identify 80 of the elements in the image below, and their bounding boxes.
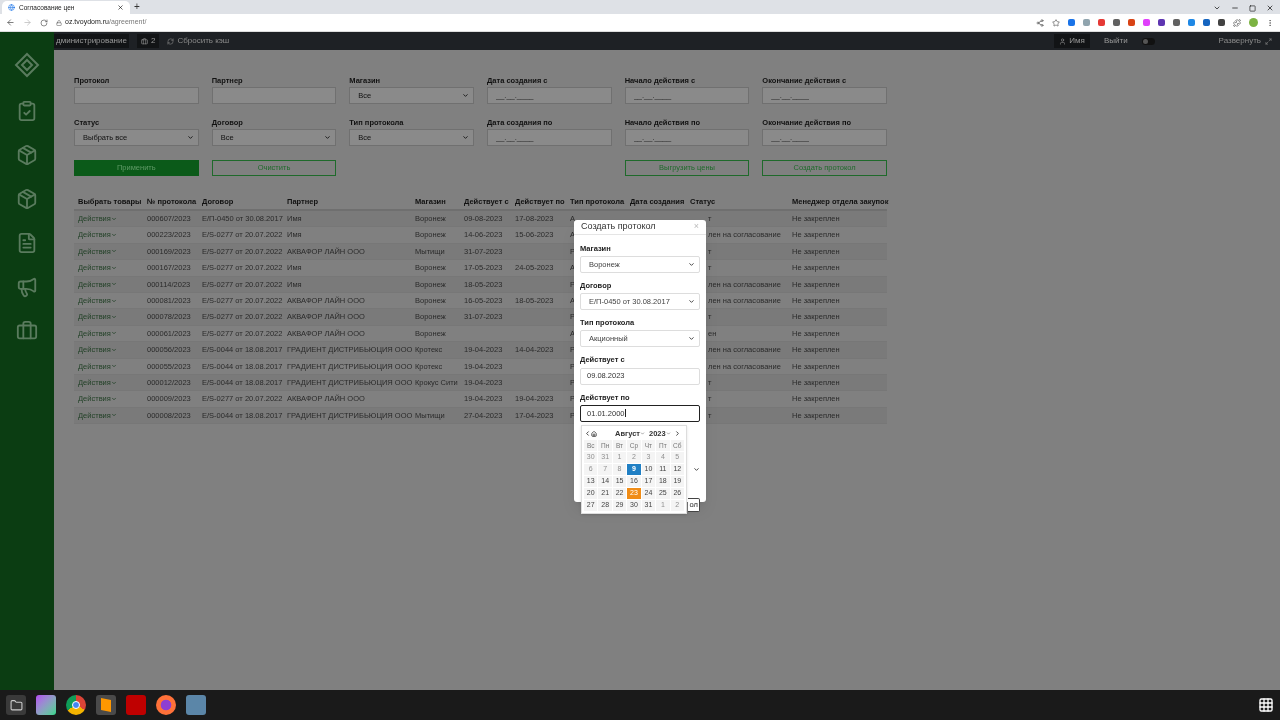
site-icon [8,4,15,11]
caret-icon [110,264,117,271]
extension-icon[interactable] [1068,19,1075,26]
chevron-icon [688,260,695,268]
extension-icon[interactable] [1098,19,1105,26]
chevron-icon [462,92,469,99]
box-icon[interactable] [16,144,38,166]
menu-icon[interactable] [1266,18,1274,27]
text-field[interactable] [211,87,337,104]
caret-icon [110,330,117,337]
share-icon[interactable] [1036,18,1044,27]
text-field[interactable] [74,87,199,104]
file-manager-icon[interactable] [6,695,26,715]
new-tab-button[interactable]: + [134,2,140,12]
caret-icon [110,297,117,304]
notification-button[interactable]: 2 [136,34,160,48]
expand-button[interactable]: Развернуть [1218,35,1272,47]
next-icon[interactable] [674,430,681,437]
caret-icon [110,412,117,419]
app-icon[interactable] [36,695,56,715]
caret-icon [110,281,117,288]
text-cursor [624,409,626,418]
user-icon [1059,37,1067,45]
app-icon[interactable] [186,695,206,715]
logo-icon [14,52,40,78]
extension-icon[interactable] [1113,19,1120,26]
user-button[interactable]: Имя [1054,34,1090,48]
logout-link[interactable]: Выйти [1103,35,1128,47]
briefcase-icon[interactable] [16,320,38,342]
browser-icon[interactable] [66,695,86,715]
chevron-icon [324,134,332,141]
editor-icon[interactable] [96,695,116,715]
extensions-icon[interactable] [1233,18,1241,27]
caret-icon [665,431,671,436]
close-icon[interactable] [1266,4,1274,12]
caret-icon [110,215,117,222]
minimize-icon[interactable] [1231,4,1239,12]
ftp-client-icon[interactable] [126,695,146,715]
caret-icon [110,346,117,353]
dialog-title: Создать протокол [581,220,656,233]
chevron-icon [688,298,695,305]
extension-icon[interactable] [1218,19,1225,26]
firefox-icon[interactable] [156,695,176,715]
maximize-icon[interactable] [1249,4,1256,12]
chevron-icon [462,134,469,141]
briefcase-icon [140,37,148,45]
caret-icon [110,232,117,239]
app-grid-icon[interactable] [1258,697,1274,713]
chevron-icon [693,465,700,473]
chevron-icon [688,335,695,343]
home-icon[interactable] [591,430,597,437]
extension-icon[interactable] [1203,19,1210,26]
caret-icon [110,363,117,370]
close-icon[interactable] [117,4,124,11]
document-icon[interactable] [16,232,38,254]
chevron-icon [186,134,194,141]
reset-cache-button[interactable]: Сбросить кэш [167,35,230,47]
expand-icon [1265,37,1272,45]
reload-icon[interactable] [40,18,48,27]
caret-icon [110,396,117,402]
extension-icon[interactable] [1158,19,1165,26]
caret-icon [110,379,117,386]
extension-icon[interactable] [1188,19,1195,26]
extension-icon[interactable] [1128,19,1135,26]
extension-icon[interactable] [1173,19,1180,26]
caret-icon [110,314,117,321]
bookmark-icon[interactable] [1052,18,1060,27]
previous-icon[interactable] [584,430,591,437]
profile-avatar[interactable] [1249,18,1258,27]
admin-menu[interactable]: дминистрирование [54,34,129,48]
refresh-icon [167,37,175,45]
back-icon[interactable] [6,18,15,27]
caret-icon [110,248,117,255]
toggle-switch[interactable] [1141,37,1155,45]
box-icon[interactable] [16,188,38,210]
megaphone-icon[interactable] [16,276,38,298]
clipboard-icon[interactable] [16,100,38,122]
tab-search-icon[interactable] [1213,4,1221,12]
forward-icon[interactable] [23,18,32,27]
caret-icon [640,431,645,436]
